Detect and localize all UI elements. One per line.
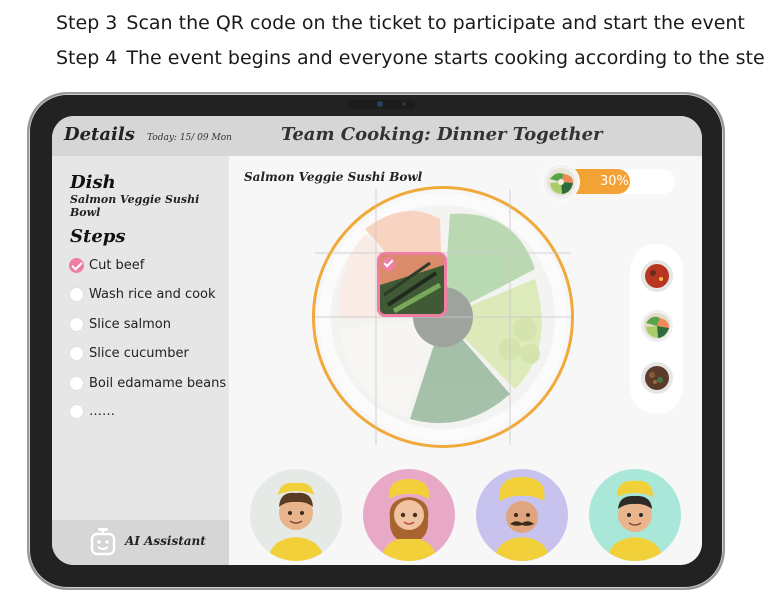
side-dish-panel	[630, 244, 683, 414]
steps-heading: Steps	[70, 226, 126, 247]
ai-assistant-label: AI Assistant	[125, 534, 206, 548]
checkbox-icon[interactable]	[69, 403, 84, 419]
chef-avatar-3[interactable]	[476, 469, 568, 561]
caption-number: Step 3	[56, 12, 118, 34]
cooking-bowl[interactable]	[312, 186, 574, 448]
step-item[interactable]: Cut beef	[69, 255, 144, 275]
step-label: Slice cucumber	[89, 345, 189, 361]
caption-text: The event begins and everyone starts coo…	[126, 47, 766, 69]
dish-heading: Dish	[70, 172, 116, 193]
completed-grid-cell[interactable]	[377, 252, 447, 317]
checkmark-icon	[382, 257, 396, 271]
step-item[interactable]: Slice cucumber	[69, 343, 189, 363]
camera-lens	[377, 101, 383, 107]
date-label: Today: 15/ 09 Mon	[147, 133, 232, 143]
app-screen: Details Today: 15/ 09 Mon Team Cooking: …	[52, 116, 702, 565]
step-label: Boil edamame beans	[89, 375, 227, 391]
checkbox-icon[interactable]	[69, 286, 84, 302]
camera-bar	[347, 100, 415, 109]
header-bar: Details Today: 15/ 09 Mon Team Cooking: …	[52, 116, 702, 156]
tomato-soup-icon[interactable]	[640, 259, 674, 293]
sidebar: Dish Salmon Veggie Sushi Bowl Steps Cut …	[52, 156, 229, 565]
step-item[interactable]: Slice salmon	[69, 314, 171, 334]
step-label: Slice salmon	[89, 316, 171, 332]
step-label: Wash rice and cook	[89, 286, 216, 302]
dish-title: Salmon Veggie Sushi Bowl	[244, 170, 423, 184]
sensor-dot	[402, 102, 406, 106]
robot-icon	[90, 528, 116, 556]
dish-name: Salmon Veggie Sushi Bowl	[70, 193, 200, 219]
caption-number: Step 4	[56, 47, 118, 69]
veggie-bowl-icon[interactable]	[640, 309, 674, 343]
step-label: Cut beef	[89, 257, 145, 273]
step-item[interactable]: ……	[69, 401, 115, 421]
step-label: ……	[89, 403, 115, 419]
chef-avatar-4[interactable]	[589, 469, 681, 561]
step-item[interactable]: Wash rice and cook	[69, 284, 216, 304]
checkmark-icon[interactable]	[69, 257, 84, 273]
caption-step-4: Step 4 The event begins and everyone star…	[56, 47, 766, 69]
chef-avatar-2[interactable]	[363, 469, 455, 561]
progress-label: 30%	[600, 174, 629, 189]
checkbox-icon[interactable]	[69, 316, 84, 332]
caption-step-3: Step 3 Scan the QR code on the ticket to …	[56, 12, 745, 34]
checkbox-icon[interactable]	[69, 345, 84, 361]
step-item[interactable]: Boil edamame beans	[69, 373, 226, 393]
chef-avatar-1[interactable]	[250, 469, 342, 561]
ai-assistant-button[interactable]: AI Assistant	[52, 520, 229, 565]
caption-text: Scan the QR code on the ticket to partic…	[126, 12, 745, 34]
page-title: Team Cooking: Dinner Together	[281, 124, 603, 145]
main-panel: Salmon Veggie Sushi Bowl 30%	[229, 156, 702, 565]
checkbox-icon[interactable]	[69, 375, 84, 391]
beef-stew-icon[interactable]	[640, 361, 674, 395]
details-title: Details	[64, 124, 135, 145]
